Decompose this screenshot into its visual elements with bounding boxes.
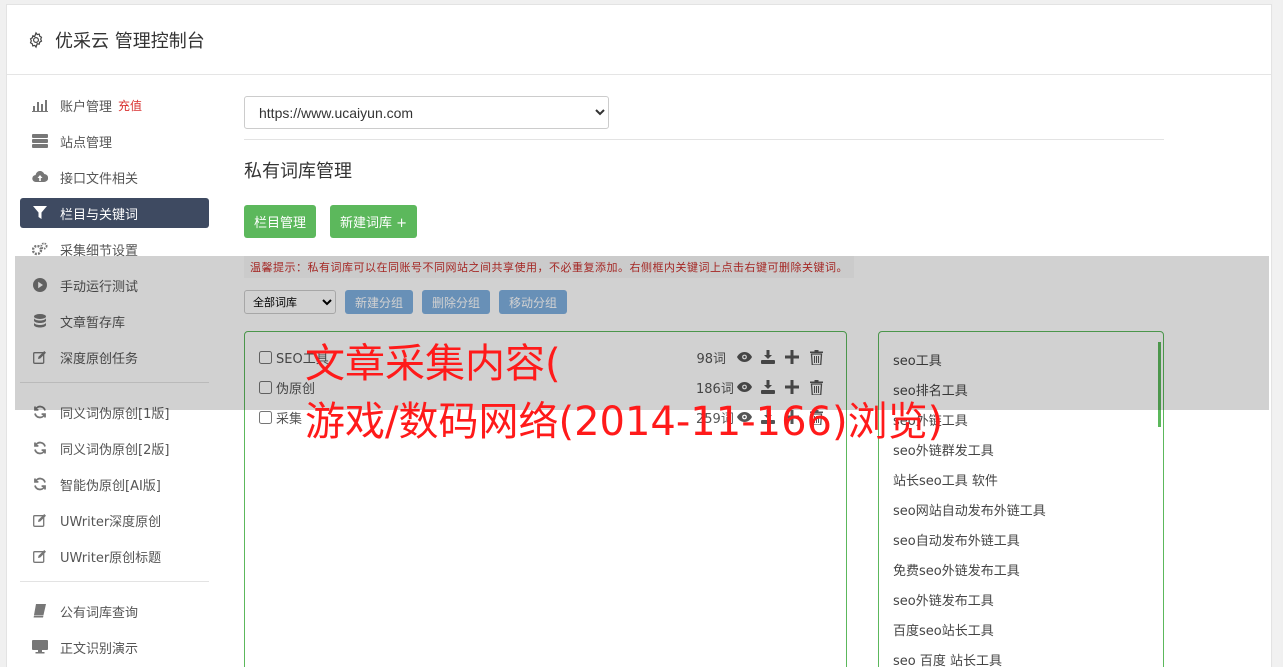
keyword-item[interactable]: 百度seo站长工具 <box>893 614 1149 644</box>
keyword-item[interactable]: seo网站自动发布外链工具 <box>893 494 1149 524</box>
sidebar-item[interactable]: 公有词库查询 <box>20 596 209 626</box>
watermark-text: 文章采集内容( 游戏/数码网络(2014-11-166)浏览) <box>305 335 943 451</box>
sidebar-group-tools: 公有词库查询 正文识别演示 <box>20 596 209 662</box>
page-title: 私有词库管理 <box>244 161 352 182</box>
library-checkbox[interactable] <box>259 410 272 424</box>
sidebar-item[interactable]: 同义词伪原创[2版] <box>20 433 209 463</box>
gear-icon <box>29 31 43 48</box>
new-library-button[interactable]: 新建词库 + <box>330 205 418 238</box>
refresh-icon <box>31 477 48 491</box>
watermark-line-2: 游戏/数码网络(2014-11-166)浏览) <box>305 399 944 445</box>
sidebar-item[interactable]: UWriter深度原创 <box>20 505 209 535</box>
cloud-upload-icon <box>31 170 48 184</box>
sidebar-item[interactable]: 栏目与关键词 <box>20 198 209 228</box>
monitor-icon <box>31 640 48 654</box>
sidebar-item-label: 站点管理 <box>60 135 113 151</box>
sidebar-item[interactable]: UWriter原创标题 <box>20 541 209 571</box>
action-buttons: 栏目管理 新建词库 + <box>244 205 1164 238</box>
sidebar-item[interactable]: 账户管理 充值 <box>20 90 209 120</box>
sidebar-item-label: 正文识别演示 <box>60 641 139 657</box>
divider <box>244 139 1164 140</box>
keyword-item[interactable]: 免费seo外链发布工具 <box>893 554 1149 584</box>
sidebar-item[interactable]: 正文识别演示 <box>20 632 209 662</box>
sidebar-item-label: 账户管理 <box>60 99 113 115</box>
top-header: 优采云 管理控制台 <box>7 5 1271 75</box>
sidebar-item[interactable]: 智能伪原创[AI版] <box>20 469 209 499</box>
server-icon <box>31 134 48 148</box>
page-scrollbar[interactable] <box>1273 0 1281 667</box>
sidebar-item-label: 接口文件相关 <box>60 171 139 187</box>
keyword-item[interactable]: seo 百度 站长工具 <box>893 644 1149 667</box>
refresh-icon <box>31 441 48 455</box>
keyword-item[interactable]: 站长seo工具 软件 <box>893 464 1149 494</box>
sidebar-divider <box>20 581 209 582</box>
sidebar-item-label: 智能伪原创[AI版] <box>60 478 161 494</box>
edit-icon <box>31 549 48 563</box>
recharge-link[interactable]: 充值 <box>118 97 142 114</box>
sidebar-item-label: UWriter原创标题 <box>60 550 162 566</box>
sidebar-item-label: UWriter深度原创 <box>60 514 162 530</box>
watermark-line-1: 文章采集内容( <box>305 341 561 387</box>
edit-icon <box>31 513 48 527</box>
keyword-item[interactable]: seo外链发布工具 <box>893 584 1149 614</box>
column-manage-button[interactable]: 栏目管理 <box>244 205 317 238</box>
bar-chart-icon <box>31 98 48 112</box>
sidebar-item-label: 栏目与关键词 <box>60 207 139 223</box>
gears-icon <box>31 242 48 256</box>
sidebar-group-rewrite: 同义词伪原创[1版] 同义词伪原创[2版] 智能伪原创[AI版] UWriter深度原… <box>20 397 209 571</box>
sidebar-item[interactable]: 站点管理 <box>20 126 209 156</box>
filter-icon <box>31 206 48 220</box>
sidebar-item-label: 同义词伪原创[2版] <box>60 442 170 458</box>
app-title: 优采云 管理控制台 <box>55 30 205 52</box>
sidebar-item[interactable]: 接口文件相关 <box>20 162 209 192</box>
book-icon <box>31 604 48 618</box>
keyword-item[interactable]: seo自动发布外链工具 <box>893 524 1149 554</box>
sidebar-item-label: 公有词库查询 <box>60 605 139 621</box>
site-select[interactable]: https://www.ucaiyun.com <box>244 96 609 129</box>
